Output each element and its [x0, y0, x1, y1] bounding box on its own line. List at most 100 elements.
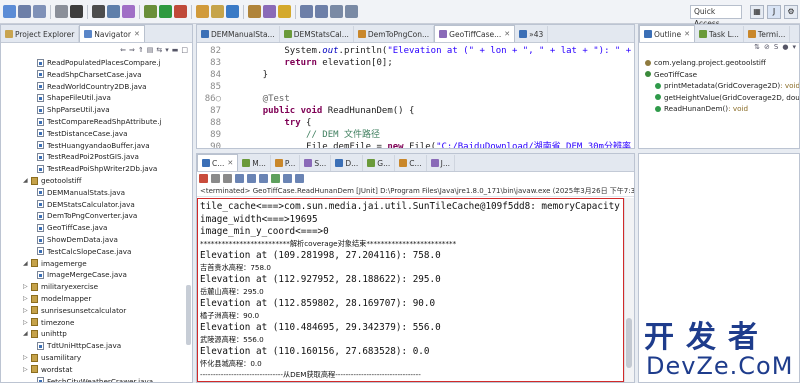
console-icon[interactable]	[107, 5, 120, 18]
tree-file-item[interactable]: TestReadPoiShpWriter2Db.java	[37, 163, 157, 174]
new-wizard-icon[interactable]	[122, 5, 135, 18]
tab-editor-tabs-0[interactable]: DEMManualSta...	[197, 26, 280, 42]
remove-all-icon[interactable]	[223, 174, 232, 183]
code-line[interactable]: 85	[197, 81, 634, 93]
tab-project-explorer[interactable]: Project Explorer	[1, 26, 80, 42]
console-scrollbar[interactable]	[624, 198, 634, 382]
tree-file-item[interactable]: GeoTiffCase.java	[37, 222, 107, 233]
tree-file-item[interactable]: ShowDemData.java	[37, 234, 118, 245]
tab-console-tabs-7[interactable]: J...	[427, 155, 455, 171]
terminal-icon[interactable]	[92, 5, 105, 18]
tree-file-item[interactable]: DEMManualStats.java	[37, 187, 125, 198]
debug-perspective-icon[interactable]: ⚙	[784, 5, 798, 19]
back-icon[interactable]	[330, 5, 343, 18]
collapse-arrow-icon[interactable]: ▷	[23, 305, 29, 316]
close-icon[interactable]: ✕	[504, 30, 510, 38]
tree-folder-item[interactable]: ▷ sunrisesunsetcalculator	[23, 305, 126, 316]
view-menu-icon[interactable]: ▾	[792, 43, 796, 55]
collapse-arrow-icon[interactable]: ▷	[23, 317, 29, 328]
code-line[interactable]: 84 }	[197, 69, 634, 81]
open-type-icon[interactable]	[248, 5, 261, 18]
tree-file-item[interactable]: ShpParseUtil.java	[37, 104, 110, 115]
forward-icon[interactable]	[345, 5, 358, 18]
sort-icon[interactable]: ⇅	[754, 43, 760, 55]
tab-console-tabs-0[interactable]: C... ✕	[197, 154, 239, 171]
tree-folder-item[interactable]: ◢ imagemerge	[23, 258, 87, 269]
annotation-icon[interactable]	[278, 5, 291, 18]
hide-nonpublic-icon[interactable]: ●	[782, 43, 788, 55]
tree-file-item[interactable]: TestCalcSlopeCase.java	[37, 246, 131, 257]
code-line[interactable]: 90 File demFile = new File("C:/BaiduDown…	[197, 141, 634, 148]
tree-file-item[interactable]: ReadPopulatedPlacesCompare.j	[37, 57, 161, 68]
tree-folder-item[interactable]: ▷ militaryexercise	[23, 281, 98, 292]
print-icon[interactable]	[55, 5, 68, 18]
code-line[interactable]: 86○ @Test	[197, 93, 634, 105]
view-menu-icon[interactable]: ▾	[165, 46, 169, 54]
save-icon[interactable]	[18, 5, 31, 18]
collapse-arrow-icon[interactable]: ▷	[23, 364, 29, 375]
expand-arrow-icon[interactable]: ◢	[23, 258, 29, 269]
code-line[interactable]: 87 public void ReadHunanDem() {	[197, 105, 634, 117]
navigator-scrollbar[interactable]	[186, 285, 191, 345]
new-icon[interactable]	[3, 5, 16, 18]
code-line[interactable]: 82 System.out.println("Elevation at (" +…	[197, 45, 634, 57]
tree-file-item[interactable]: ImageMergeCase.java	[37, 269, 127, 280]
tree-file-item[interactable]: TestDistanceCase.java	[37, 128, 128, 139]
outline-item[interactable]: printMetadata(GridCoverage2D) : void	[655, 80, 799, 91]
tree-folder-item[interactable]: ▷ timezone	[23, 317, 74, 328]
run-icon[interactable]	[159, 5, 172, 18]
tree-file-item[interactable]: ReadShpCharsetCase.java	[37, 69, 142, 80]
tree-file-item[interactable]: TdtUniHttpCase.java	[37, 340, 121, 351]
outline-item[interactable]: com.yelang.project.geotoolstiff	[645, 57, 766, 68]
skip-breakpoints-icon[interactable]	[70, 5, 83, 18]
console-output[interactable]: tile_cache<===>com.sun.media.jai.util.Su…	[197, 198, 624, 382]
code-line[interactable]: 83 return elevation[0];	[197, 57, 634, 69]
tab-console-tabs-1[interactable]: M...	[238, 155, 271, 171]
outline-item[interactable]: ReadHunanDem() : void	[655, 103, 748, 114]
tree-file-item[interactable]: ReadWorldCountry2DB.java	[37, 81, 147, 92]
run-external-icon[interactable]	[174, 5, 187, 18]
collapse-arrow-icon[interactable]: ▷	[23, 293, 29, 304]
remove-launch-icon[interactable]	[211, 174, 220, 183]
tree-file-item[interactable]: DEMStatsCalculator.java	[37, 199, 135, 210]
quick-access-input[interactable]: Quick Access	[690, 5, 742, 28]
code-line[interactable]: 88 try {	[197, 117, 634, 129]
tab-navigator[interactable]: Navigator ✕	[79, 25, 145, 42]
tree-folder-item[interactable]: ▷ modelmapper	[23, 293, 91, 304]
tab-editor-tabs-2[interactable]: DemToPngCon...	[354, 26, 435, 42]
close-icon[interactable]: ✕	[134, 30, 140, 38]
java-perspective-icon[interactable]: J	[767, 5, 781, 19]
forward-nav-icon[interactable]: ⇒	[129, 46, 135, 54]
tree-folder-item[interactable]: ◢ geotoolstiff	[23, 175, 82, 186]
tab-console-tabs-4[interactable]: D...	[331, 155, 364, 171]
tree-folder-item[interactable]: ◢ unihttp	[23, 328, 67, 339]
scroll-lock-icon[interactable]	[247, 174, 256, 183]
tab-editor-tabs-4[interactable]: »43	[515, 26, 549, 42]
save-all-icon[interactable]	[33, 5, 46, 18]
tree-file-item[interactable]: DemToPngConverter.java	[37, 210, 137, 221]
code-line[interactable]: 89 // DEM 文件路径	[197, 129, 634, 141]
tree-folder-item[interactable]: ▷ wordstat	[23, 364, 72, 375]
prev-annotation-icon[interactable]	[315, 5, 328, 18]
console-scroll-thumb[interactable]	[626, 318, 632, 368]
expand-arrow-icon[interactable]: ◢	[23, 328, 29, 339]
tree-file-item[interactable]: FetchCityWeatherCrawer.java	[37, 376, 153, 382]
tree-file-item[interactable]: TestCompareReadShpAttribute.j	[37, 116, 162, 127]
new-class-icon[interactable]	[226, 5, 239, 18]
tab-console-tabs-6[interactable]: C...	[395, 155, 427, 171]
maximize-icon[interactable]: □	[181, 46, 188, 54]
next-annotation-icon[interactable]	[300, 5, 313, 18]
minimize-icon[interactable]: ▬	[172, 46, 179, 54]
outline-item[interactable]: getHeightValue(GridCoverage2D, double)	[655, 92, 799, 103]
open-console-icon[interactable]	[295, 174, 304, 183]
code-area[interactable]: 82 System.out.println("Elevation at (" +…	[197, 43, 634, 148]
tab-console-tabs-2[interactable]: P...	[271, 155, 301, 171]
tab-console-tabs-5[interactable]: G...	[363, 155, 396, 171]
tree-folder-item[interactable]: ▷ usamilitary	[23, 352, 81, 363]
tree-file-item[interactable]: TestReadPoi2PostGIS.java	[37, 151, 139, 162]
new-java-project-icon[interactable]	[196, 5, 209, 18]
open-perspective-icon[interactable]: ▦	[750, 5, 764, 19]
hide-fields-icon[interactable]: ⊘	[764, 43, 770, 55]
up-nav-icon[interactable]: ⇑	[138, 46, 144, 54]
tab-console-tabs-3[interactable]: S...	[300, 155, 332, 171]
